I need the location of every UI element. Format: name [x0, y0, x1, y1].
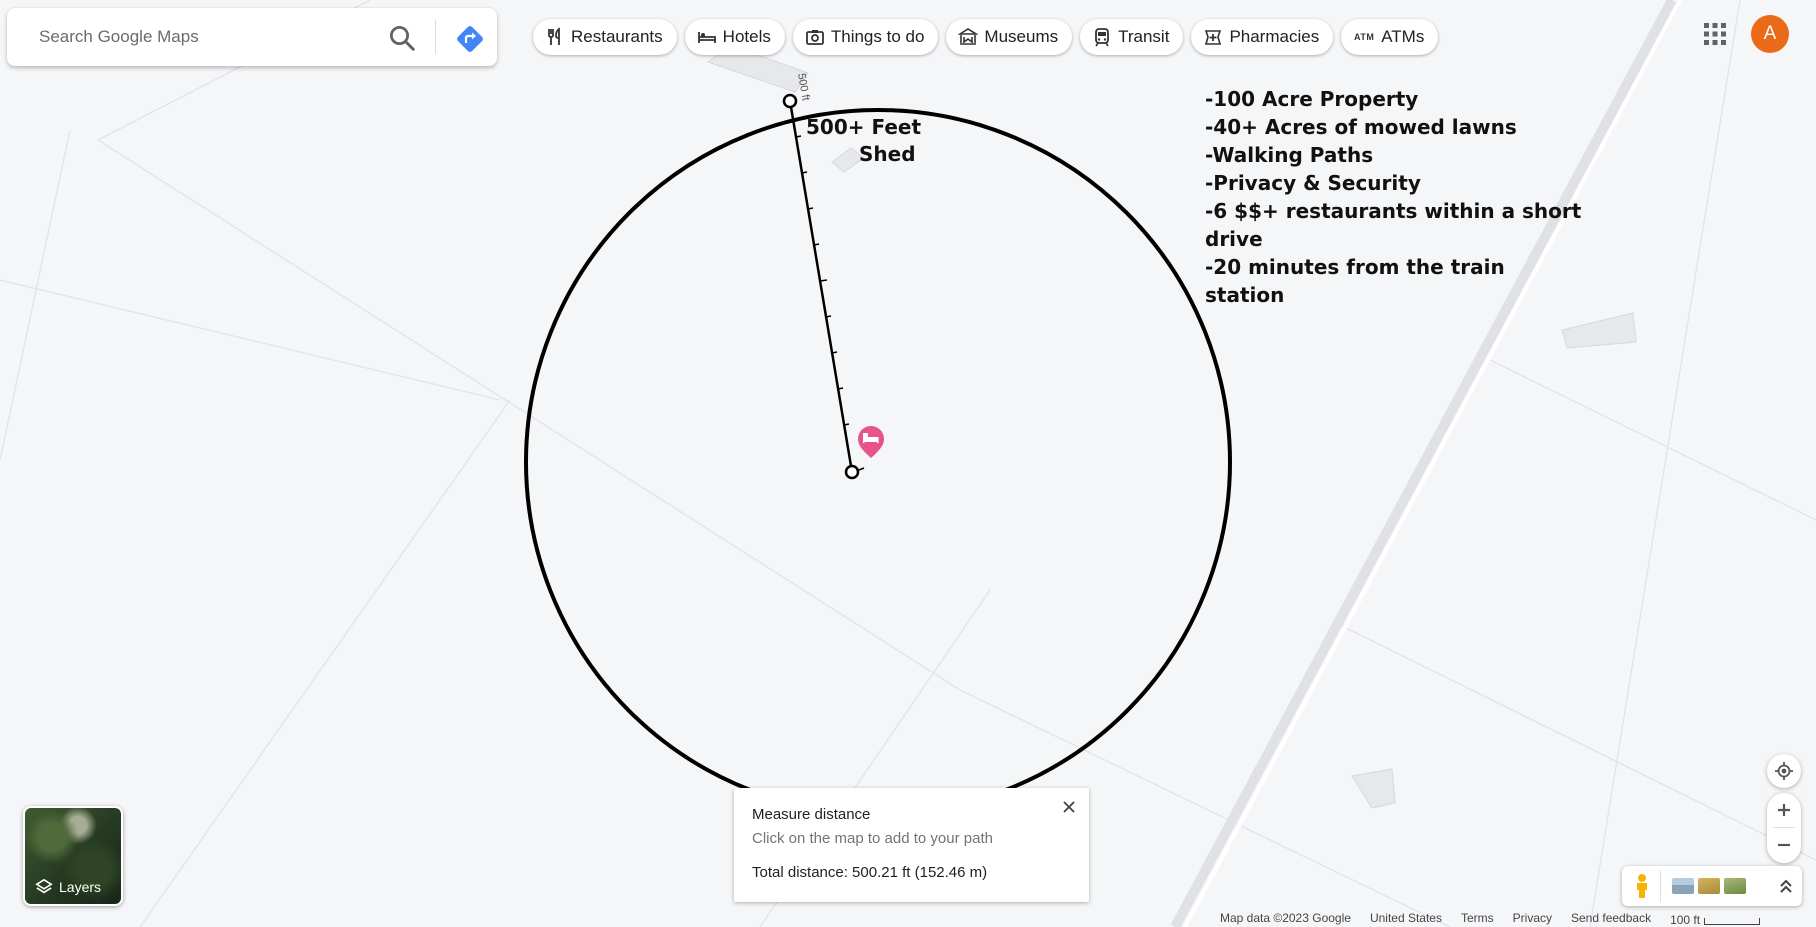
- measure-close-button[interactable]: [1059, 797, 1079, 817]
- pharmacy-icon: [1205, 30, 1222, 45]
- note-line-2: -40+ Acres of mowed lawns: [1205, 115, 1517, 139]
- chip-label: Things to do: [830, 27, 925, 46]
- atm-icon: ATM: [1354, 32, 1375, 42]
- note-line-5: -6 $$+ restaurants within a short: [1205, 199, 1582, 223]
- chip-pharmacies[interactable]: Pharmacies: [1191, 19, 1334, 55]
- category-chips: Restaurants Hotels Things to do Museums …: [533, 19, 1439, 55]
- zoom-out-button[interactable]: [1767, 828, 1801, 862]
- chip-label: Transit: [1118, 27, 1170, 46]
- note-line-3: -Walking Paths: [1205, 143, 1373, 167]
- chip-label: Restaurants: [571, 27, 663, 46]
- layers-label: Layers: [59, 879, 102, 895]
- shed-annotation: Shed: [859, 142, 916, 166]
- privacy-link[interactable]: Privacy: [1513, 911, 1552, 927]
- chip-transit[interactable]: Transit: [1080, 19, 1184, 55]
- place-pin[interactable]: [858, 426, 884, 458]
- terms-link[interactable]: Terms: [1461, 911, 1494, 927]
- search-box: [7, 8, 497, 66]
- layers-icon: [35, 878, 53, 894]
- plus-icon: [1778, 804, 1790, 816]
- note-line-6: drive: [1205, 227, 1263, 251]
- street-view-thumb[interactable]: [1724, 878, 1746, 894]
- account-avatar[interactable]: A: [1751, 15, 1789, 53]
- chip-label: Hotels: [722, 27, 771, 46]
- radius-circle: [524, 108, 1232, 816]
- chip-restaurants[interactable]: Restaurants: [533, 19, 677, 55]
- region-link[interactable]: United States: [1370, 911, 1442, 927]
- my-location-button[interactable]: [1767, 754, 1801, 788]
- chevron-up-icon: [1780, 879, 1792, 893]
- measure-title: Measure distance: [752, 806, 871, 823]
- search-icon: [390, 26, 415, 51]
- scale-line: [1704, 918, 1761, 925]
- distance-annotation: 500+ Feet: [806, 115, 921, 139]
- buildings: [706, 44, 1637, 809]
- ruler-end-point: [844, 464, 860, 480]
- layers-button[interactable]: Layers: [23, 806, 123, 906]
- chip-museums[interactable]: Museums: [946, 19, 1073, 55]
- crosshair-icon: [1775, 762, 1793, 780]
- terrain-thumb[interactable]: [1672, 878, 1694, 894]
- note-line-8: station: [1205, 283, 1284, 307]
- search-input[interactable]: [37, 16, 371, 58]
- ruler-distance-label: 500 ft: [795, 72, 812, 101]
- chip-label: Museums: [984, 27, 1059, 46]
- expand-button[interactable]: [1776, 876, 1796, 896]
- zoom-controls: [1767, 793, 1801, 863]
- close-icon: [1063, 801, 1075, 813]
- chip-atms[interactable]: ATM ATMs: [1341, 19, 1439, 55]
- chip-hotels[interactable]: Hotels: [684, 19, 785, 55]
- measure-distance-card: Measure distance Click on the map to add…: [734, 788, 1089, 902]
- satellite-thumb[interactable]: [1698, 878, 1720, 894]
- apps-button[interactable]: [1703, 22, 1727, 46]
- send-feedback-link[interactable]: Send feedback: [1571, 911, 1651, 927]
- hotel-icon: [697, 32, 716, 43]
- measure-total-distance: Total distance: 500.21 ft (152.46 m): [752, 864, 988, 881]
- chip-things-to-do[interactable]: Things to do: [792, 19, 939, 55]
- scale-bar[interactable]: 100 ft: [1670, 911, 1761, 927]
- search-button[interactable]: [387, 23, 417, 53]
- transit-icon: [1095, 28, 1110, 47]
- chip-label: ATMs: [1381, 27, 1425, 46]
- map-data-credit: Map data ©2023 Google: [1220, 911, 1351, 925]
- camera-icon: [805, 30, 824, 45]
- search-divider: [435, 20, 436, 54]
- ruler-start-point: [782, 93, 798, 109]
- highway: [1170, 0, 1682, 927]
- note-line-4: -Privacy & Security: [1205, 171, 1421, 195]
- minus-icon: [1778, 843, 1790, 847]
- restaurant-icon: [548, 27, 560, 45]
- scale-label: 100 ft: [1670, 913, 1701, 927]
- apps-grid-icon: [1704, 23, 1726, 45]
- chip-label: Pharmacies: [1229, 27, 1320, 46]
- directions-button[interactable]: [454, 23, 486, 55]
- measure-hint: Click on the map to add to your path: [752, 830, 993, 847]
- note-line-1: -100 Acre Property: [1205, 87, 1418, 111]
- map-type-bar: [1622, 866, 1802, 906]
- note-line-7: -20 minutes from the train: [1205, 255, 1505, 279]
- directions-icon: [457, 26, 483, 52]
- layers-label-wrap: Layers: [35, 878, 101, 896]
- zoom-in-button[interactable]: [1767, 793, 1801, 827]
- pegman-icon[interactable]: [1632, 873, 1652, 899]
- bar-divider: [1660, 870, 1661, 902]
- map-footer: Map data ©2023 Google United States Term…: [1220, 911, 1761, 927]
- museum-icon: [958, 28, 979, 45]
